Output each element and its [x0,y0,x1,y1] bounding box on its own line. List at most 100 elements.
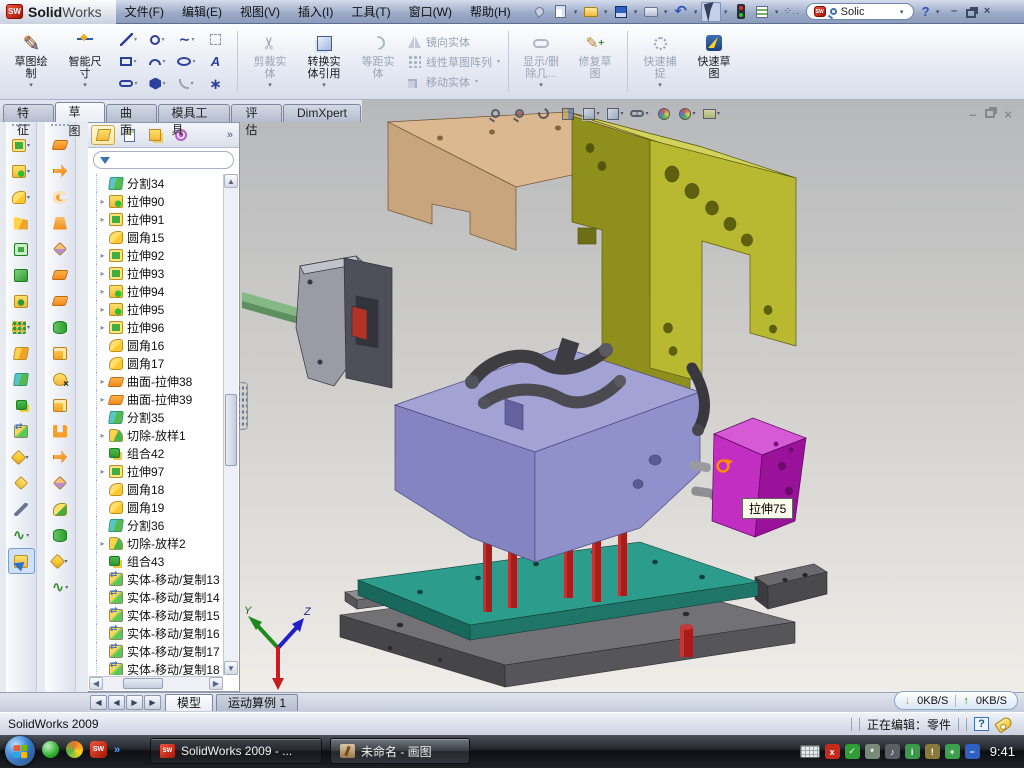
new-file-button-dropdown-icon[interactable]: ▾ [572,8,580,16]
tree-item-拉伸95[interactable]: ▸拉伸95 [89,300,223,318]
parting-surface-button[interactable] [47,236,74,262]
expand-arrow-icon[interactable]: ▸ [97,287,108,296]
search-box[interactable]: SW Solic ▾ [806,3,914,20]
apply-scene-button[interactable]: ▾ [677,104,698,123]
configurationmanager-tab[interactable] [143,125,167,145]
spline-tool[interactable]: ∼▾ [172,29,201,51]
tree-item-切除-放样2[interactable]: ▸切除-放样2 [89,534,223,552]
quicklaunch-more-icon[interactable]: » [114,744,120,756]
core-button[interactable] [47,444,74,470]
close-button[interactable]: × [979,5,996,18]
polygon-tool[interactable]: ▾ [143,73,172,95]
print-button[interactable] [641,2,661,22]
ref-geometry-button[interactable]: ▾ [47,548,74,574]
menu-插入(I)[interactable]: 插入(I) [289,0,342,24]
extruded-boss-button-dropdown-icon[interactable]: ▾ [27,142,30,149]
tree-item-曲面-拉伸38[interactable]: ▸曲面-拉伸38 [89,372,223,390]
tab-prev-button[interactable]: ◀ [108,695,125,710]
tree-item-实体-移动/复制14[interactable]: 实体-移动/复制14 [89,588,223,606]
dome-button[interactable] [47,522,74,548]
curve-button-2-dropdown-icon[interactable]: ▾ [65,584,68,591]
expand-arrow-icon[interactable]: ▸ [97,323,108,332]
rotate-view-button[interactable] [533,104,554,123]
new-file-button[interactable] [551,2,571,22]
tab-next-button[interactable]: ▶ [126,695,143,710]
shut-off-surface-button[interactable] [47,210,74,236]
expand-arrow-icon[interactable]: ▸ [97,305,108,314]
ellipse-tool[interactable]: ▾ [172,51,201,73]
gray-slide-unit[interactable] [296,256,392,388]
tray-antivirus-icon[interactable]: ✓ [845,744,860,759]
rectangle-tool[interactable]: ▾ [114,51,143,73]
sketch-button[interactable]: ✎ 草图绘 制 ▾ [4,26,58,97]
tab-model[interactable]: 模型 [165,694,213,711]
taskbar-task-paint[interactable]: 未命名 - 画图 [330,738,470,764]
scroll-left-button[interactable]: ◀ [89,677,103,690]
tab-草图[interactable]: 草图 [55,102,106,122]
tree-item-拉伸90[interactable]: ▸拉伸90 [89,192,223,210]
tab-last-button[interactable]: ▶ [144,695,161,710]
rib-books-button[interactable] [8,340,35,366]
curve-button[interactable]: ▾ [8,522,35,548]
display-delete-relations-button[interactable]: 显示/删 除几... ▾ [514,26,568,97]
hole-wizard-button[interactable] [8,288,35,314]
circle-tool[interactable]: ▾ [143,29,172,51]
expand-arrow-icon[interactable]: ▸ [97,539,108,548]
convert-entities-button[interactable]: 转换实 体引用 ▾ [297,26,351,97]
offset-entities-button[interactable]: 等距实 体 [351,26,405,97]
expand-arrow-icon[interactable]: ▸ [97,431,108,440]
scale-button[interactable] [47,392,74,418]
expand-arrow-icon[interactable]: ▸ [97,395,108,404]
small-red-pin[interactable] [680,624,693,657]
shell-button[interactable] [8,236,35,262]
magenta-block-selected[interactable] [712,418,806,537]
tree-item-实体-移动/复制15[interactable]: 实体-移动/复制15 [89,606,223,624]
tree-item-组合43[interactable]: 组合43 [89,552,223,570]
help-dropdown-icon[interactable]: ▾ [934,8,942,16]
linear-sketch-pattern-button[interactable]: 线性草图阵列▾ [408,54,500,70]
tab-DimXpert[interactable]: DimXpert [283,104,361,122]
expand-arrow-icon[interactable]: ▸ [97,251,108,260]
status-help-icon[interactable]: ? [974,717,989,731]
move-entities-button[interactable]: 移动实体▾ [408,74,500,90]
expand-arrow-icon[interactable]: ▸ [97,197,108,206]
tree-item-圆角17[interactable]: 圆角17 [89,354,223,372]
zoom-to-fit-button[interactable] [485,104,506,123]
rapid-sketch-button[interactable]: 快速草 图 [687,26,741,97]
network-speed-widget[interactable]: ↓ 0KB/S ↑ 0KB/S [894,691,1018,710]
tooling-split-button[interactable] [47,262,74,288]
scroll-up-button[interactable]: ▲ [224,174,238,188]
view-settings-button-dropdown-icon[interactable]: ▾ [717,110,720,117]
sketch-fillet-tool[interactable]: ▾ [172,73,201,95]
menu-编辑(E)[interactable]: 编辑(E) [173,0,231,24]
tree-item-实体-移动/复制17[interactable]: 实体-移动/复制17 [89,642,223,660]
radiate-surface-button[interactable] [47,470,74,496]
scroll-right-button[interactable]: ▶ [209,677,223,690]
expand-arrow-icon[interactable]: ▸ [97,215,108,224]
undo-button-dropdown-icon[interactable]: ▾ [692,8,700,16]
save-button-dropdown-icon[interactable]: ▾ [632,8,640,16]
menu-窗口(W)[interactable]: 窗口(W) [400,0,461,24]
tab-motion-study[interactable]: 运动算例 1 [216,694,298,711]
undo-button[interactable]: ↶ [671,2,691,22]
tray-volume-icon[interactable]: ♪ [885,744,900,759]
rebuild-button[interactable] [731,2,751,22]
quicklaunch-messenger-icon[interactable] [42,741,59,758]
filled-surface-button[interactable] [47,496,74,522]
help-button[interactable]: ? [918,4,934,19]
minimize-button[interactable]: – [946,5,963,18]
fillet-button-dropdown-icon[interactable]: ▾ [27,194,30,201]
axis-button[interactable] [8,496,35,522]
tree-item-拉伸97[interactable]: ▸拉伸97 [89,462,223,480]
tree-item-拉伸92[interactable]: ▸拉伸92 [89,246,223,264]
panel-splitter-handle[interactable] [239,382,248,430]
edit-appearance-button[interactable] [653,104,674,123]
tray-security-alert-icon[interactable]: x [825,744,840,759]
smart-dimension-button[interactable]: 智能尺 寸 ▾ [58,26,112,97]
tray-usb-icon[interactable]: i [905,744,920,759]
hide-show-items-button-dropdown-icon[interactable]: ▾ [645,110,648,117]
menu-帮助(H)[interactable]: 帮助(H) [461,0,520,24]
menu-工具(T)[interactable]: 工具(T) [342,0,399,24]
tree-item-组合42[interactable]: 组合42 [89,444,223,462]
graphics-viewport[interactable]: Y Z X ▾▾▾▾▾ – × 拉伸75 [240,100,1024,692]
